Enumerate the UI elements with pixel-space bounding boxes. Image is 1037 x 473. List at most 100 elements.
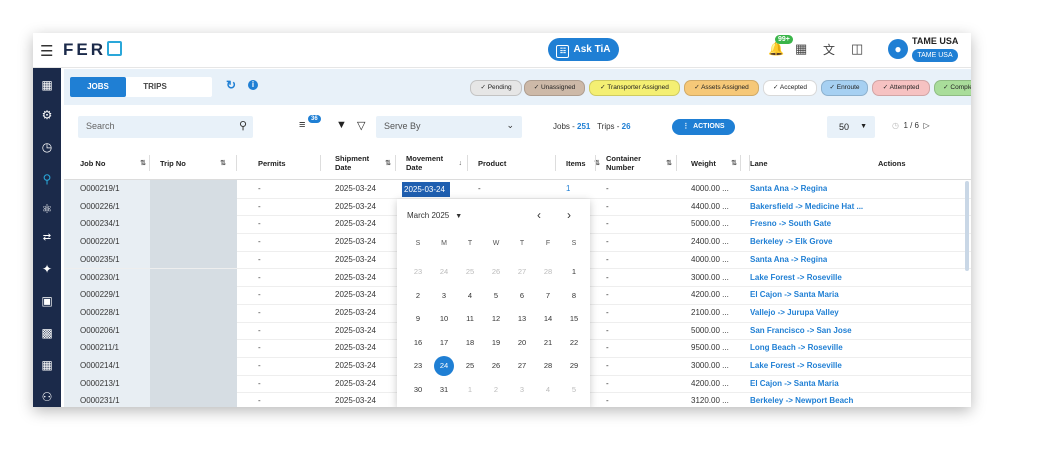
cell-lane[interactable]: Berkeley -> Elk Grove xyxy=(750,233,833,251)
calendar-day[interactable]: 17 xyxy=(431,332,457,354)
search-input[interactable]: Search ⚲ xyxy=(78,116,253,138)
calendar-day[interactable]: 7 xyxy=(535,285,561,307)
calendar-day[interactable]: 1 xyxy=(457,379,483,401)
calendar-day[interactable]: 2 xyxy=(405,285,431,307)
cell-items[interactable]: 1 xyxy=(566,180,570,198)
column-divider[interactable] xyxy=(749,155,750,171)
scrollbar[interactable] xyxy=(965,181,969,271)
serve-by-select[interactable]: Serve By ⌄ xyxy=(376,116,522,138)
calendar-day[interactable]: 2 xyxy=(483,379,509,401)
column-header-movement-date[interactable]: Movement Date ↓ xyxy=(406,147,466,179)
calendar-day[interactable]: 21 xyxy=(535,332,561,354)
building-icon[interactable]: ▩ xyxy=(33,326,61,340)
column-divider[interactable] xyxy=(467,155,468,171)
sort-icon[interactable]: ⇅ xyxy=(731,159,737,167)
calendar-day[interactable]: 23 xyxy=(405,261,431,283)
month-select[interactable]: March 2025 ▼ xyxy=(407,211,462,220)
calendar-day[interactable]: 3 xyxy=(509,379,535,401)
column-divider[interactable] xyxy=(595,155,596,171)
status-chip-assets-assigned[interactable]: ✓ Assets Assigned xyxy=(684,80,759,96)
info-icon[interactable]: i xyxy=(248,80,258,90)
cell-lane[interactable]: Lake Forest -> Roseville xyxy=(750,357,842,375)
location-gear-icon[interactable]: ⚙ xyxy=(33,108,61,122)
tab-trips[interactable]: TRIPS xyxy=(126,77,184,97)
calendar-day[interactable]: 15 xyxy=(561,308,587,330)
cell-lane[interactable]: Santa Ana -> Regina xyxy=(750,251,827,269)
calendar-day[interactable]: 26 xyxy=(483,355,509,377)
status-chip-pending[interactable]: ✓ Pending xyxy=(470,80,522,96)
column-divider[interactable] xyxy=(740,155,741,171)
status-chip-unassigned[interactable]: ✓ Unassigned xyxy=(524,80,585,96)
calendar-day[interactable]: 11 xyxy=(457,308,483,330)
calendar-day[interactable]: 25 xyxy=(457,355,483,377)
calendar-day[interactable]: 3 xyxy=(431,285,457,307)
calendar-day[interactable]: 28 xyxy=(535,355,561,377)
refresh-icon[interactable]: ↻ xyxy=(226,78,236,92)
search-icon[interactable]: ⚲ xyxy=(239,119,247,132)
filter-list-icon[interactable]: ≡ xyxy=(299,119,305,131)
page-size-select[interactable]: 50 ▼ xyxy=(827,116,875,138)
actions-button[interactable]: ⋮ ACTIONS xyxy=(672,119,735,135)
calendar-day[interactable]: 20 xyxy=(509,332,535,354)
dashboard-icon[interactable]: ▦ xyxy=(33,78,61,92)
sort-icon[interactable]: ⇅ xyxy=(140,159,146,167)
calendar-day[interactable]: 19 xyxy=(483,332,509,354)
menu-icon[interactable]: ☰ xyxy=(40,42,53,60)
column-divider[interactable] xyxy=(236,155,237,171)
sort-icon[interactable]: ⇅ xyxy=(385,159,391,167)
next-page-icon[interactable]: ▷ xyxy=(923,121,929,130)
column-header-trip-no[interactable]: Trip No ⇅ xyxy=(160,147,230,179)
sparkle-icon[interactable]: ✦ xyxy=(33,262,61,276)
calendar-day[interactable]: 5 xyxy=(483,285,509,307)
calendar-day[interactable]: 4 xyxy=(457,285,483,307)
cell-lane[interactable]: Lake Forest -> Roseville xyxy=(750,269,842,287)
avatar[interactable]: ● xyxy=(888,39,908,59)
column-divider[interactable] xyxy=(395,155,396,171)
message-icon[interactable]: ▦ xyxy=(795,41,807,57)
next-month-icon[interactable]: › xyxy=(567,208,571,222)
filter-settings-icon[interactable]: ▼ xyxy=(336,119,347,131)
cell-lane[interactable]: Vallejo -> Jurupa Valley xyxy=(750,304,839,322)
truck-icon[interactable]: ▣ xyxy=(33,294,61,308)
tab-jobs[interactable]: JOBS xyxy=(70,77,126,97)
status-chip-enroute[interactable]: ✓ Enroute xyxy=(821,80,868,96)
calendar-day[interactable]: 9 xyxy=(405,308,431,330)
column-header-shipment-date[interactable]: Shipment Date ⇅ xyxy=(335,147,395,179)
filter-clear-icon[interactable]: ▽ xyxy=(357,119,365,132)
panel-icon[interactable]: ◫ xyxy=(851,41,863,57)
column-divider[interactable] xyxy=(676,155,677,171)
cell-lane[interactable]: Berkeley -> Newport Beach xyxy=(750,392,853,407)
selected-day[interactable]: 24 xyxy=(431,355,457,377)
calendar-day[interactable]: 26 xyxy=(483,261,509,283)
calendar-day[interactable]: 25 xyxy=(457,261,483,283)
calendar-day[interactable]: 5 xyxy=(561,379,587,401)
status-chip-transporter-assigned[interactable]: ✓ Transporter Assigned xyxy=(589,80,680,96)
prev-month-icon[interactable]: ‹ xyxy=(537,208,541,222)
prev-page-icon[interactable]: ◷ xyxy=(892,121,899,130)
calendar-day[interactable]: 29 xyxy=(561,355,587,377)
calendar-day[interactable]: 31 xyxy=(431,379,457,401)
calendar-day[interactable]: 22 xyxy=(561,332,587,354)
calendar-day[interactable]: 10 xyxy=(431,308,457,330)
calendar-day[interactable]: 14 xyxy=(535,308,561,330)
calendar-day[interactable]: 8 xyxy=(561,285,587,307)
status-chip-completed[interactable]: ✓ Completed xyxy=(934,80,971,96)
transfer-icon[interactable]: ⇄ xyxy=(33,232,61,243)
table-row[interactable]: O000219/1 - 2025-03-24 2025-03-24 - 1 - 4000.00… xyxy=(64,180,971,199)
cell-lane[interactable]: El Cajon -> Santa Maria xyxy=(750,375,839,393)
column-header-weight[interactable]: Weight ⇅ xyxy=(691,147,741,179)
cell-lane[interactable]: San Francisco -> San Jose xyxy=(750,322,852,340)
calendar-day[interactable]: 30 xyxy=(405,379,431,401)
calendar-day[interactable]: 23 xyxy=(405,355,431,377)
column-header-container-number[interactable]: Container Number ⇅ xyxy=(606,147,676,179)
workflow-icon[interactable]: ⚛ xyxy=(33,202,61,216)
cell-lane[interactable]: Long Beach -> Roseville xyxy=(750,339,843,357)
city-icon[interactable]: ▦ xyxy=(33,358,61,372)
calendar-day[interactable]: 12 xyxy=(483,308,509,330)
cell-lane[interactable]: El Cajon -> Santa Maria xyxy=(750,286,839,304)
org-switch-button[interactable]: TAME USA xyxy=(912,49,958,62)
column-divider[interactable] xyxy=(555,155,556,171)
users-icon[interactable]: ⚇ xyxy=(33,390,61,404)
cell-lane[interactable]: Fresno -> South Gate xyxy=(750,215,831,233)
movement-date-input[interactable]: 2025-03-24 xyxy=(402,182,450,197)
